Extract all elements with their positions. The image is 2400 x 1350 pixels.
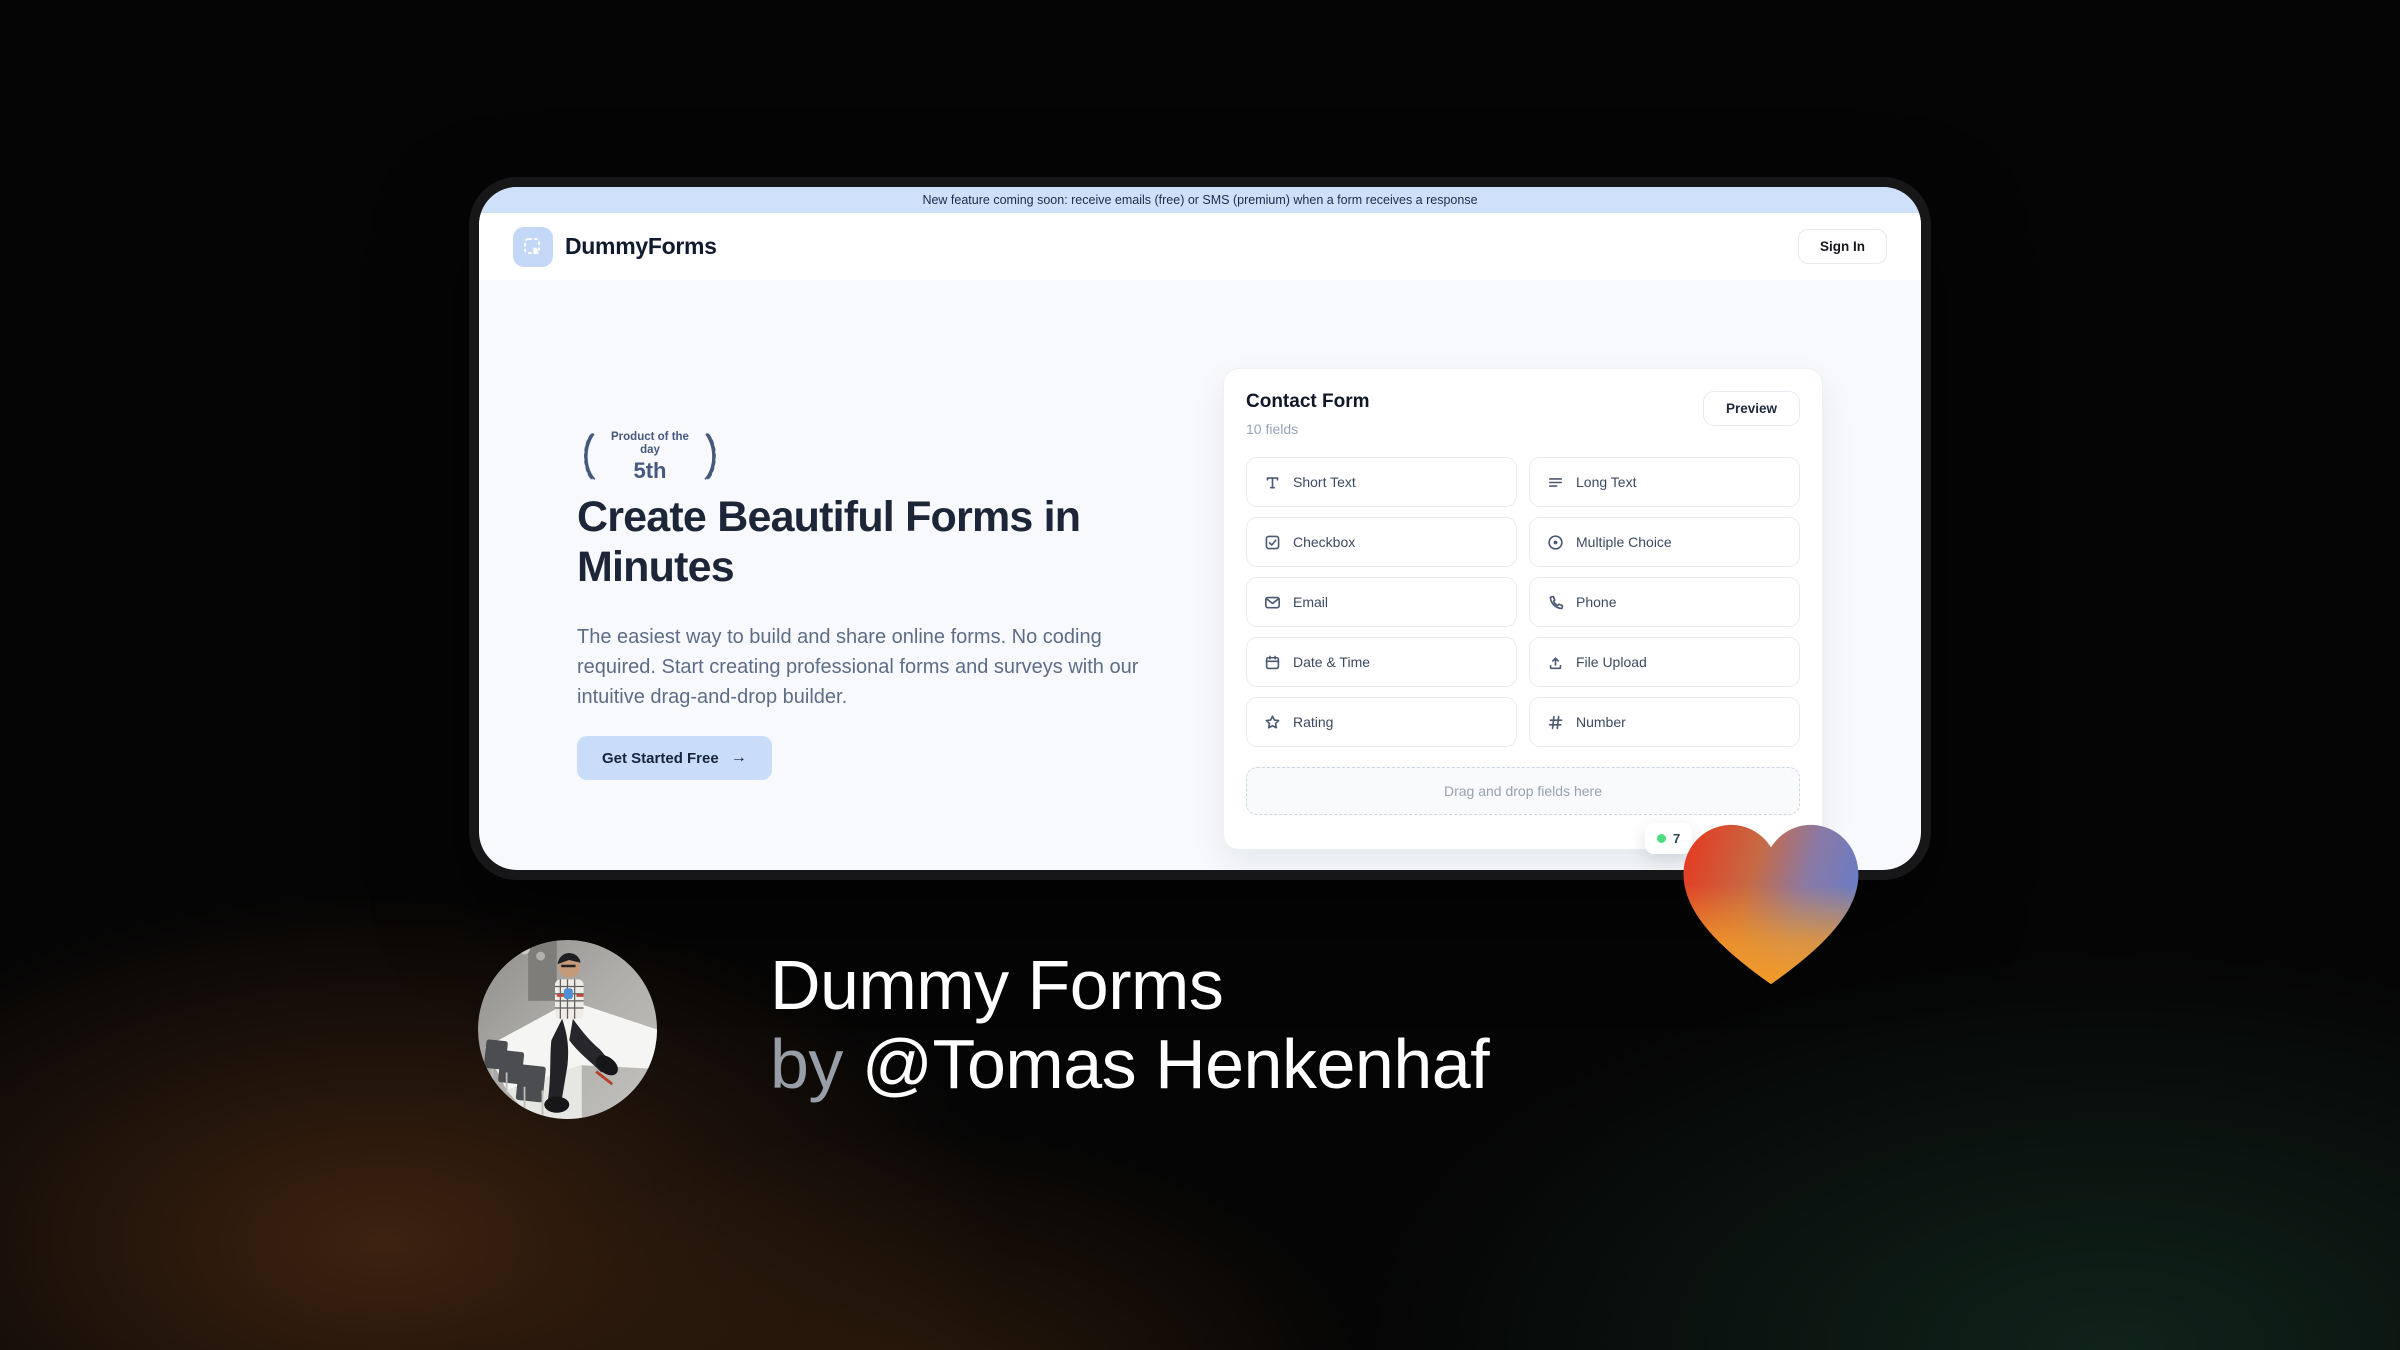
gradient-heart-icon [1683, 824, 1859, 985]
laurel-right-icon [704, 433, 717, 480]
field-type-file-upload[interactable]: File Upload [1529, 637, 1800, 687]
announcement-text: New feature coming soon: receive emails … [922, 193, 1478, 207]
field-type-rating[interactable]: Rating [1246, 697, 1517, 747]
caption-by: by [770, 1025, 843, 1103]
brand: DummyForms [513, 226, 717, 267]
field-type-number[interactable]: Number [1529, 697, 1800, 747]
calendar-icon [1265, 655, 1280, 669]
form-title: Contact Form [1246, 391, 1370, 412]
dummyforms-logo-icon [513, 226, 553, 267]
get-started-label: Get Started Free [602, 749, 719, 767]
dropzone-text: Drag and drop fields here [1444, 783, 1602, 799]
hero-title: Create Beautiful Forms in Minutes [577, 493, 1081, 592]
form-builder-panel: Contact Form 10 fields Preview Short Tex… [1223, 368, 1823, 850]
caption-author: @Tomas Henkenhaf [861, 1025, 1490, 1103]
field-type-date-time[interactable]: Date & Time [1246, 637, 1517, 687]
upload-icon [1549, 656, 1562, 669]
caption: Dummy Forms by @Tomas Henkenhaf [770, 946, 1490, 1104]
hash-icon [1548, 715, 1563, 729]
phone-icon [1549, 595, 1564, 609]
product-of-the-day-badge: Product of the day 5th [574, 426, 726, 488]
star-icon [1265, 714, 1280, 729]
sign-in-button[interactable]: Sign In [1798, 229, 1887, 264]
award-rank: 5th [633, 457, 667, 483]
green-status-dot-icon [1657, 834, 1666, 843]
award-label: Product of the day [611, 431, 689, 456]
author-avatar [478, 940, 657, 1119]
field-type-multiple-choice[interactable]: Multiple Choice [1529, 517, 1800, 567]
checkbox-icon [1265, 535, 1280, 549]
hero-section: Product of the day 5th Create Beautiful … [479, 280, 1921, 870]
hero-description: The easiest way to build and share onlin… [577, 626, 1139, 708]
laurel-left-icon [583, 433, 596, 480]
field-type-short-text[interactable]: Short Text [1246, 457, 1517, 507]
circle-dot-icon [1548, 534, 1563, 550]
field-type-phone[interactable]: Phone [1529, 577, 1800, 627]
form-field-count: 10 fields [1246, 421, 1299, 437]
brand-name: DummyForms [565, 233, 717, 259]
app-header: DummyForms Sign In [479, 213, 1921, 280]
announcement-banner: New feature coming soon: receive emails … [479, 187, 1921, 213]
arrow-right-icon: → [730, 749, 747, 766]
short-text-icon [1266, 476, 1279, 489]
caption-product-name: Dummy Forms [770, 946, 1224, 1024]
field-type-long-text[interactable]: Checkbox Long Text [1529, 457, 1800, 507]
envelope-icon [1265, 596, 1280, 608]
get-started-button[interactable]: Get Started Free → [577, 736, 772, 780]
field-type-grid: Short Text Checkbox Long Text [1246, 457, 1800, 747]
field-type-email[interactable]: Email [1246, 577, 1517, 627]
field-type-checkbox[interactable]: Checkbox [1246, 517, 1517, 567]
long-text-icon [1548, 477, 1563, 487]
preview-button[interactable]: Preview [1702, 391, 1800, 426]
app-window: New feature coming soon: receive emails … [479, 187, 1921, 870]
promo-card-page: New feature coming soon: receive emails … [0, 0, 2400, 1350]
